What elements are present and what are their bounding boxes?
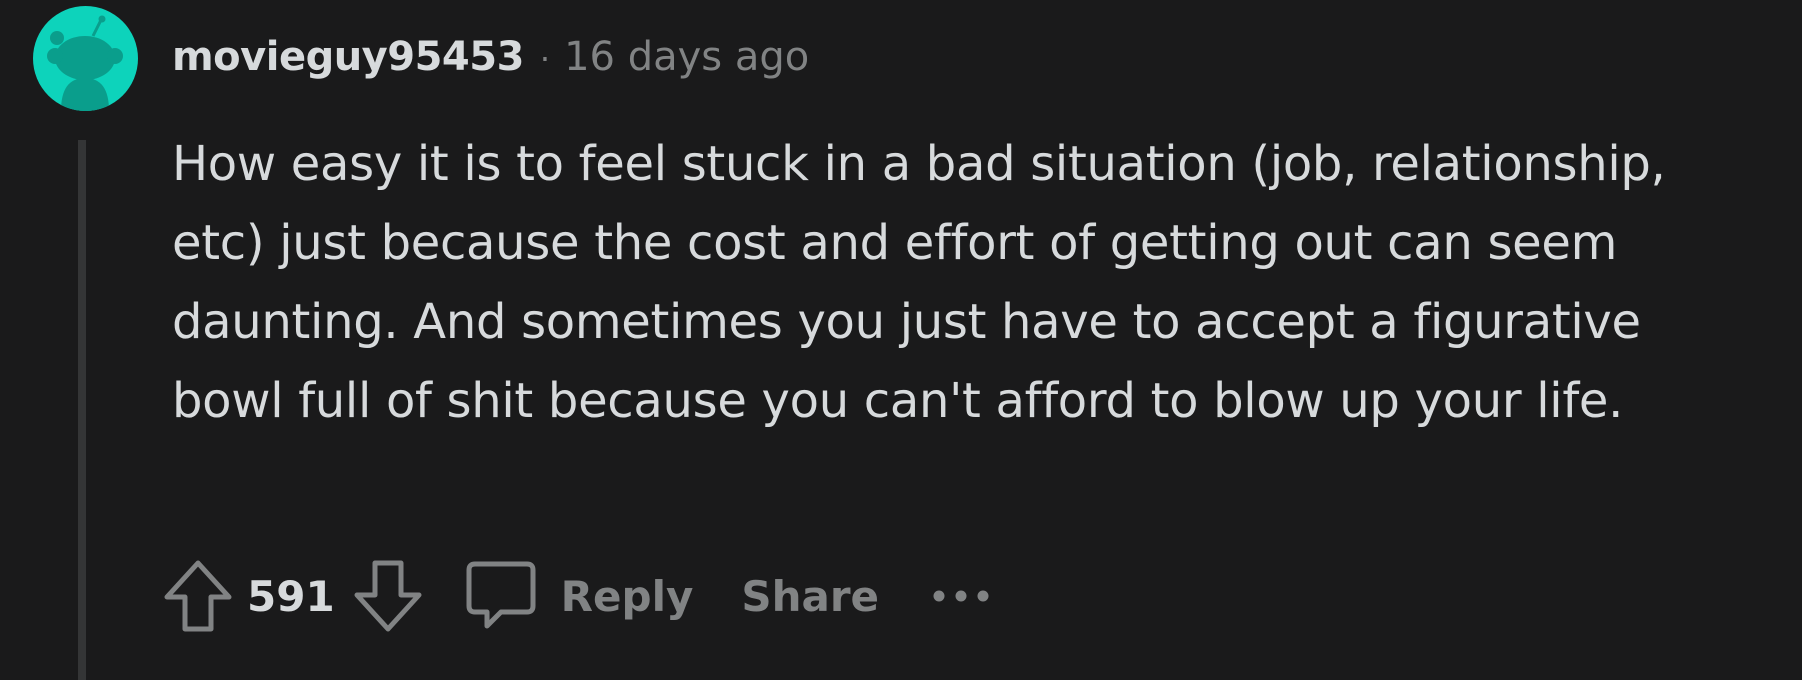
username-link[interactable]: movieguy95453 — [172, 34, 524, 80]
user-avatar[interactable] — [33, 6, 138, 111]
downvote-button[interactable] — [353, 559, 423, 633]
snoo-avatar-icon — [47, 15, 123, 111]
reply-button[interactable]: Reply — [465, 560, 694, 632]
reply-label[interactable]: Reply — [561, 572, 694, 621]
vote-count: 591 — [247, 571, 335, 621]
comment-meta: movieguy95453 · 16 days ago — [172, 34, 809, 80]
comment-body: How easy it is to feel stuck in a bad si… — [172, 136, 1666, 429]
more-options-icon — [933, 590, 989, 602]
upvote-button[interactable] — [163, 559, 233, 633]
comment-actions: 591 Reply Share — [163, 556, 991, 636]
comment: movieguy95453 · 16 days ago How easy it … — [0, 0, 1802, 680]
thread-line[interactable] — [78, 140, 86, 680]
timestamp[interactable]: 16 days ago — [564, 34, 809, 80]
upvote-arrow-icon — [164, 560, 232, 632]
meta-separator: · — [539, 40, 551, 78]
downvote-arrow-icon — [354, 560, 422, 632]
comment-bubble-icon — [466, 561, 536, 629]
more-options-button[interactable] — [931, 586, 991, 606]
share-button[interactable]: Share — [741, 572, 879, 621]
